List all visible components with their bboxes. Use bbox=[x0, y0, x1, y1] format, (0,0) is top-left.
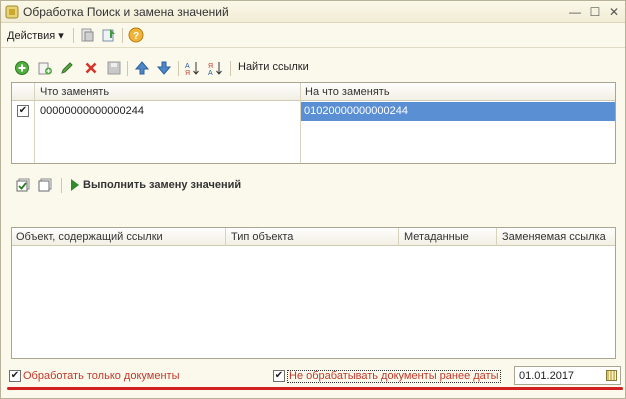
toolbar-separator bbox=[61, 178, 62, 193]
add-icon[interactable] bbox=[14, 60, 30, 76]
move-down-icon[interactable] bbox=[156, 60, 172, 76]
toolbar-separator bbox=[230, 61, 231, 76]
column-header-to[interactable]: На что заменять bbox=[305, 86, 390, 98]
calendar-icon[interactable] bbox=[606, 370, 617, 381]
column-divider bbox=[496, 228, 497, 246]
menu-separator bbox=[122, 28, 123, 43]
find-links-button[interactable]: Найти ссылки bbox=[238, 61, 309, 73]
play-icon bbox=[71, 179, 79, 191]
table-header: Что заменять На что заменять bbox=[12, 83, 615, 101]
title-bar: Обработка Поиск и замена значений — ☐ ✕ bbox=[1, 1, 625, 23]
column-header-type[interactable]: Тип объекта bbox=[231, 231, 293, 243]
svg-text:Я: Я bbox=[185, 70, 190, 76]
help-icon-glyph: ? bbox=[133, 31, 139, 42]
table-toolbar: A Я Я A Найти ссылки bbox=[1, 57, 625, 79]
sort-descending-icon[interactable]: Я A bbox=[207, 60, 223, 76]
edit-icon[interactable] bbox=[59, 60, 75, 76]
table-header: Объект, содержащий ссылки Тип объекта Ме… bbox=[12, 228, 615, 246]
svg-text:Я: Я bbox=[208, 63, 213, 70]
replace-table: Что заменять На что заменять ✔ 000000000… bbox=[11, 82, 616, 164]
copy-icon[interactable] bbox=[37, 60, 53, 76]
column-header-what[interactable]: Что заменять bbox=[40, 86, 109, 98]
divider bbox=[1, 47, 625, 48]
move-up-icon[interactable] bbox=[134, 60, 150, 76]
links-table: Объект, содержащий ссылки Тип объекта Ме… bbox=[11, 227, 616, 359]
delete-icon[interactable] bbox=[83, 60, 99, 76]
app-icon bbox=[5, 5, 19, 19]
help-icon[interactable]: ? bbox=[128, 27, 144, 43]
minimize-button[interactable]: — bbox=[567, 4, 583, 20]
column-header-object[interactable]: Объект, содержащий ссылки bbox=[16, 231, 163, 243]
skip-before-date-checkbox[interactable]: ✔ bbox=[273, 370, 285, 382]
cell-what[interactable]: 00000000000000244 bbox=[40, 105, 144, 117]
cell-to: 01020000000000244 bbox=[304, 105, 409, 117]
column-header-replaced-link[interactable]: Заменяемая ссылка bbox=[502, 231, 606, 243]
processing-window: Обработка Поиск и замена значений — ☐ ✕ … bbox=[0, 0, 626, 399]
column-header-metadata[interactable]: Метаданные bbox=[404, 231, 469, 243]
table-row[interactable]: ✔ 00000000000000244 01020000000000244 bbox=[12, 102, 615, 121]
save-icon[interactable] bbox=[106, 60, 122, 76]
uncheck-all-icon[interactable] bbox=[37, 177, 53, 193]
check-all-icon[interactable] bbox=[15, 177, 31, 193]
column-divider bbox=[225, 228, 226, 246]
column-divider bbox=[34, 83, 35, 163]
maximize-button[interactable]: ☐ bbox=[587, 4, 603, 20]
import-icon[interactable] bbox=[101, 27, 117, 43]
svg-text:A: A bbox=[208, 70, 213, 76]
toolbar-separator bbox=[178, 61, 179, 76]
column-divider bbox=[300, 83, 301, 163]
row-checkbox[interactable]: ✔ bbox=[17, 105, 29, 117]
menu-bar: Действия ▾ ? bbox=[1, 24, 625, 46]
column-divider bbox=[398, 228, 399, 246]
execute-replace-button[interactable]: Выполнить замену значений bbox=[83, 179, 241, 191]
selected-cell[interactable]: 01020000000000244 bbox=[301, 102, 615, 121]
menu-separator bbox=[73, 28, 74, 43]
date-input[interactable]: 01.01.2017 bbox=[514, 366, 621, 385]
close-button[interactable]: ✕ bbox=[606, 4, 622, 20]
toolbar-separator bbox=[127, 61, 128, 76]
svg-text:A: A bbox=[185, 63, 190, 70]
date-value: 01.01.2017 bbox=[519, 370, 575, 382]
actions-menu[interactable]: Действия ▾ bbox=[7, 29, 64, 42]
document-icon[interactable] bbox=[79, 27, 95, 43]
only-documents-label[interactable]: Обработать только документы bbox=[23, 370, 179, 382]
sort-ascending-icon[interactable]: A Я bbox=[184, 60, 200, 76]
window-title: Обработка Поиск и замена значений bbox=[23, 5, 229, 19]
skip-before-date-label[interactable]: Не обрабатывать документы ранее даты bbox=[287, 370, 501, 383]
highlight-underline bbox=[7, 387, 623, 390]
only-documents-checkbox[interactable]: ✔ bbox=[9, 370, 21, 382]
